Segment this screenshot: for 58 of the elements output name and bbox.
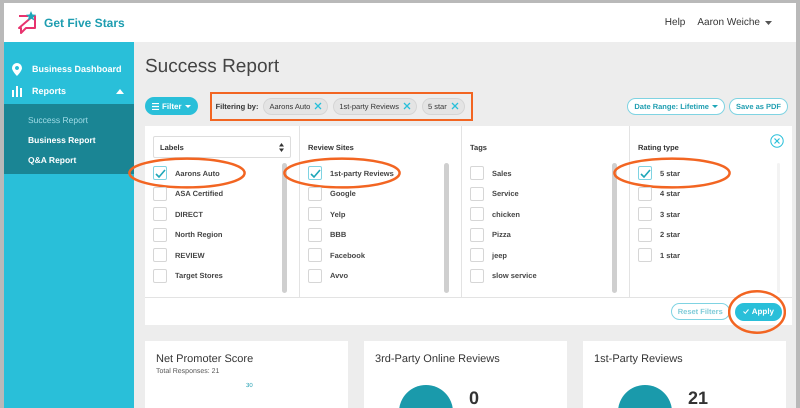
- checkbox[interactable]: [153, 228, 167, 242]
- checkbox[interactable]: [308, 268, 322, 283]
- checkbox[interactable]: [470, 207, 484, 222]
- caret-icon: [712, 104, 718, 108]
- help-link[interactable]: Help: [664, 17, 686, 28]
- checkbox[interactable]: [153, 268, 167, 283]
- checkbox[interactable]: [470, 248, 484, 262]
- checkbox[interactable]: [308, 166, 322, 180]
- checkbox[interactable]: [470, 166, 484, 180]
- scrollbar[interactable]: [444, 163, 449, 293]
- submenu-item[interactable]: Q&A Report: [4, 150, 76, 170]
- nav-item[interactable]: Reports: [4, 80, 134, 102]
- checkbox[interactable]: [638, 228, 652, 242]
- close-icon[interactable]: [450, 102, 459, 110]
- check-icon: [310, 168, 320, 178]
- checkbox[interactable]: [638, 248, 652, 262]
- checkbox[interactable]: [308, 207, 322, 222]
- caret-icon: [765, 20, 772, 24]
- logo-icon: [16, 10, 38, 34]
- checkbox[interactable]: [308, 228, 322, 242]
- checkbox[interactable]: [638, 207, 652, 222]
- card-title: 3rd-Party Online Reviews: [375, 353, 501, 365]
- map-pin-icon: [12, 62, 22, 76]
- card-title: Net Promoter Score: [156, 353, 254, 365]
- bar-chart-icon: [12, 84, 22, 98]
- list-icon: [152, 102, 159, 110]
- checkbox[interactable]: [470, 186, 484, 201]
- scrollbar[interactable]: [612, 163, 617, 293]
- filter-button[interactable]: Filter: [145, 97, 198, 115]
- checkbox[interactable]: [638, 186, 652, 201]
- checkbox[interactable]: [153, 207, 167, 222]
- nav-item[interactable]: Business Dashboard: [4, 58, 134, 80]
- submenu-item[interactable]: Success Report: [4, 110, 88, 130]
- checkbox[interactable]: [153, 186, 167, 201]
- checkbox[interactable]: [308, 248, 322, 262]
- checkbox[interactable]: [470, 228, 484, 242]
- check-icon: [640, 168, 650, 178]
- check-icon: [154, 168, 166, 178]
- scrollbar[interactable]: [282, 163, 287, 293]
- close-icon[interactable]: [402, 102, 411, 110]
- check-icon: [742, 309, 749, 314]
- checkbox[interactable]: [638, 166, 652, 180]
- caret-icon: [184, 104, 191, 108]
- checkbox[interactable]: [470, 268, 484, 283]
- count-value: 0: [469, 388, 480, 408]
- count-value: 21: [688, 388, 708, 408]
- card-title: 1st-Party Reviews: [594, 353, 684, 365]
- apply-button[interactable]: Apply: [734, 302, 782, 320]
- sort-arrows-icon: [279, 142, 284, 152]
- brand-name: Get Five Stars: [44, 16, 125, 30]
- page-title: Success Report: [145, 56, 280, 79]
- checkbox[interactable]: [308, 186, 322, 201]
- checkbox[interactable]: [153, 166, 167, 180]
- close-icon[interactable]: [770, 134, 784, 148]
- user-menu[interactable]: Aaron Weiche: [697, 17, 772, 28]
- checkbox[interactable]: [153, 248, 167, 262]
- submenu-item[interactable]: Business Report: [4, 130, 96, 150]
- close-icon[interactable]: [314, 102, 322, 110]
